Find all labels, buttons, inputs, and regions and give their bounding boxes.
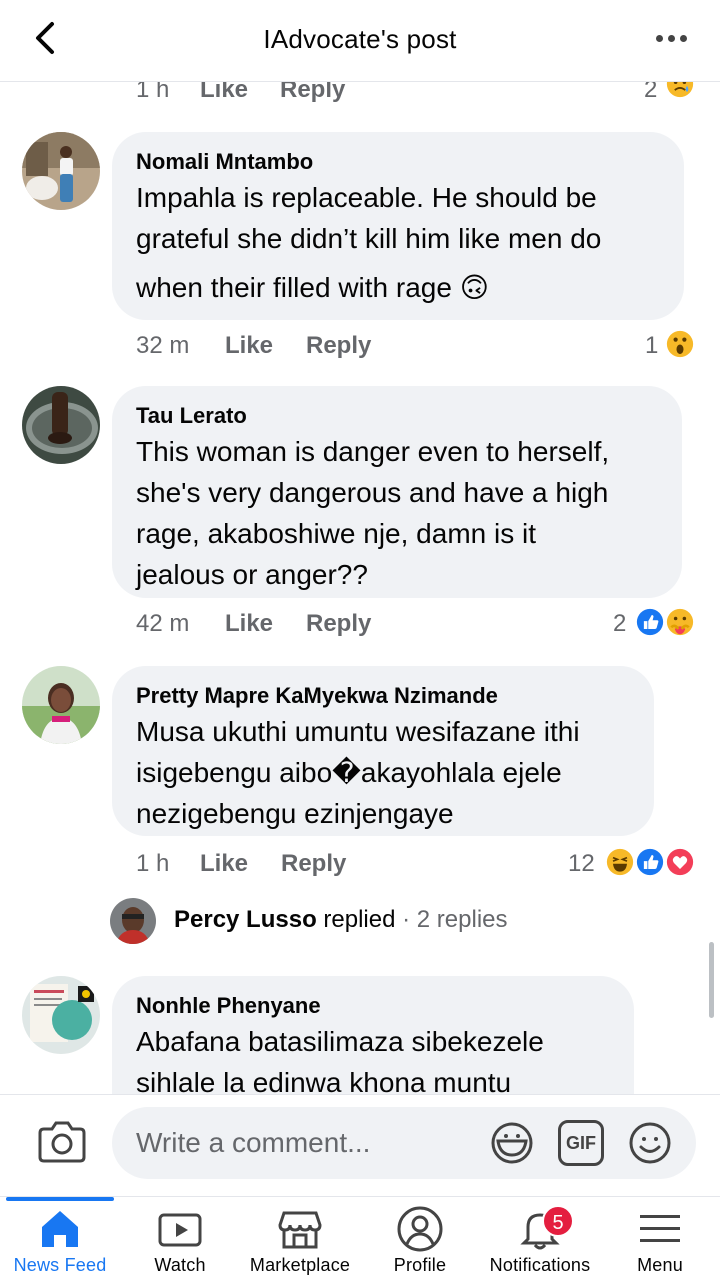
comment-meta: 1 h Like Reply 12 xyxy=(0,846,720,886)
comment-bubble[interactable]: Tau Lerato This woman is danger even to … xyxy=(112,386,682,598)
comment-line: she's very dangerous and have a high xyxy=(136,477,609,508)
tab-marketplace[interactable]: Marketplace xyxy=(240,1197,360,1280)
active-tab-indicator xyxy=(6,1197,114,1201)
home-icon xyxy=(42,1211,78,1247)
comment-line: Musa ukuthi umuntu wesifazane ithi xyxy=(136,716,580,747)
comment-line: when their filled with rage 🙃 xyxy=(136,272,489,303)
comment-meta: 32 m Like Reply 1 xyxy=(0,328,720,368)
like-reaction-icon xyxy=(634,846,666,878)
like-reaction-icon xyxy=(634,606,666,638)
like-button[interactable]: Like xyxy=(225,332,273,360)
marketplace-icon xyxy=(278,1211,322,1249)
page-title: IAdvocate's post xyxy=(263,24,457,54)
tab-label: Marketplace xyxy=(249,1255,351,1275)
comment-bubble[interactable]: Nonhle Phenyane Abafana batasilimaza sib… xyxy=(112,976,634,1094)
reply-button[interactable]: Reply xyxy=(281,850,346,878)
reaction-count: 12 xyxy=(568,850,595,877)
comment-meta: 42 m Like Reply 2 xyxy=(0,606,720,646)
comment-placeholder: Write a comment... xyxy=(136,1127,371,1158)
avatar xyxy=(110,898,156,944)
tab-profile[interactable]: Profile xyxy=(360,1197,480,1280)
avatar[interactable] xyxy=(22,386,100,464)
sad-reaction-icon xyxy=(664,82,696,100)
replies-summary: Percy Lusso replied · 2 replies xyxy=(174,906,508,934)
wow-reaction-icon xyxy=(664,328,696,360)
comment-meta: 1 h Like Reply 2 xyxy=(0,82,720,112)
comment-bubble[interactable]: Pretty Mapre KaMyekwa Nzimande Musa ukut… xyxy=(112,666,654,836)
comment-bubble[interactable]: Nomali Mntambo Impahla is replaceable. H… xyxy=(112,132,684,320)
tab-label: Watch xyxy=(154,1255,206,1275)
reply-button[interactable]: Reply xyxy=(280,82,345,104)
scrollbar[interactable] xyxy=(709,942,714,1018)
comment-line: isigebengu aibo�akayohlala ejele xyxy=(136,757,562,788)
comment-time: 1 h xyxy=(136,850,170,877)
comment-line: Impahla is replaceable. He should be xyxy=(136,182,597,213)
comment-line: grateful she didn’t kill him like men do xyxy=(136,223,602,254)
tab-notifications[interactable]: 5 Notifications xyxy=(480,1197,600,1280)
haha-reaction-icon xyxy=(604,846,636,878)
tab-label: Notifications xyxy=(489,1255,591,1275)
camera-icon[interactable] xyxy=(36,1121,88,1165)
view-replies-row[interactable]: Percy Lusso replied · 2 replies xyxy=(110,898,670,946)
reaction-count: 1 xyxy=(645,332,659,359)
comment-line: This woman is danger even to herself, xyxy=(136,436,610,467)
gif-label: GIF xyxy=(566,1133,596,1153)
commenter-name[interactable]: Tau Lerato xyxy=(136,402,658,430)
watch-icon xyxy=(158,1213,202,1247)
care-reaction-icon xyxy=(664,606,696,638)
comment-time: 42 m xyxy=(136,610,190,637)
tab-label: Profile xyxy=(393,1255,447,1275)
reply-button[interactable]: Reply xyxy=(306,610,371,638)
comment-line: sihlale la edinwa khona muntu xyxy=(136,1067,512,1094)
avatar[interactable] xyxy=(22,976,100,1054)
love-reaction-icon xyxy=(664,846,696,878)
avatar[interactable] xyxy=(22,132,100,210)
comment-line: nezigebengu ezinjengaye xyxy=(136,798,454,829)
top-bar: IAdvocate's post xyxy=(0,0,720,82)
comment-line: rage, akaboshiwe nje, damn is it xyxy=(136,518,536,549)
reaction-count: 2 xyxy=(644,82,658,103)
replied-label: replied xyxy=(316,906,396,933)
comment-time: 32 m xyxy=(136,332,190,359)
gif-icon[interactable]: GIF xyxy=(558,1120,604,1166)
commenter-name[interactable]: Nonhle Phenyane xyxy=(136,992,610,1020)
tab-label: Menu xyxy=(637,1255,683,1275)
profile-icon xyxy=(397,1206,443,1252)
tab-menu[interactable]: Menu xyxy=(600,1197,720,1280)
avatar[interactable] xyxy=(22,666,100,744)
comment-time: 1 h xyxy=(136,82,170,103)
reply-button[interactable]: Reply xyxy=(306,332,371,360)
more-options-icon[interactable] xyxy=(656,30,692,46)
comment-line: jealous or anger?? xyxy=(136,559,368,590)
sticker-icon[interactable] xyxy=(488,1119,536,1167)
tab-watch[interactable]: Watch xyxy=(120,1197,240,1280)
replier-name[interactable]: Percy Lusso xyxy=(174,906,317,933)
notification-badge: 5 xyxy=(542,1205,574,1237)
tab-news-feed[interactable]: News Feed xyxy=(0,1197,120,1280)
like-button[interactable]: Like xyxy=(200,82,248,104)
replies-count[interactable]: 2 replies xyxy=(417,906,508,933)
comment-line: Abafana batasilimaza sibekezele xyxy=(136,1026,544,1057)
separator: · xyxy=(395,906,417,933)
emoji-icon[interactable] xyxy=(626,1119,674,1167)
commenter-name[interactable]: Nomali Mntambo xyxy=(136,148,660,176)
like-button[interactable]: Like xyxy=(200,850,248,878)
menu-icon xyxy=(640,1215,680,1242)
commenter-name[interactable]: Pretty Mapre KaMyekwa Nzimande xyxy=(136,682,630,710)
comment-input[interactable]: Write a comment... GIF xyxy=(112,1107,696,1179)
tab-label: News Feed xyxy=(13,1255,107,1275)
like-button[interactable]: Like xyxy=(225,610,273,638)
comments-feed[interactable]: 1 h Like Reply 2 Nomali Mntambo Impahla … xyxy=(0,82,720,1094)
comment-composer: Write a comment... GIF xyxy=(0,1094,720,1196)
bottom-tab-bar: News Feed Watch Marketplace Profile 5 No… xyxy=(0,1196,720,1280)
reaction-count: 2 xyxy=(613,610,627,637)
